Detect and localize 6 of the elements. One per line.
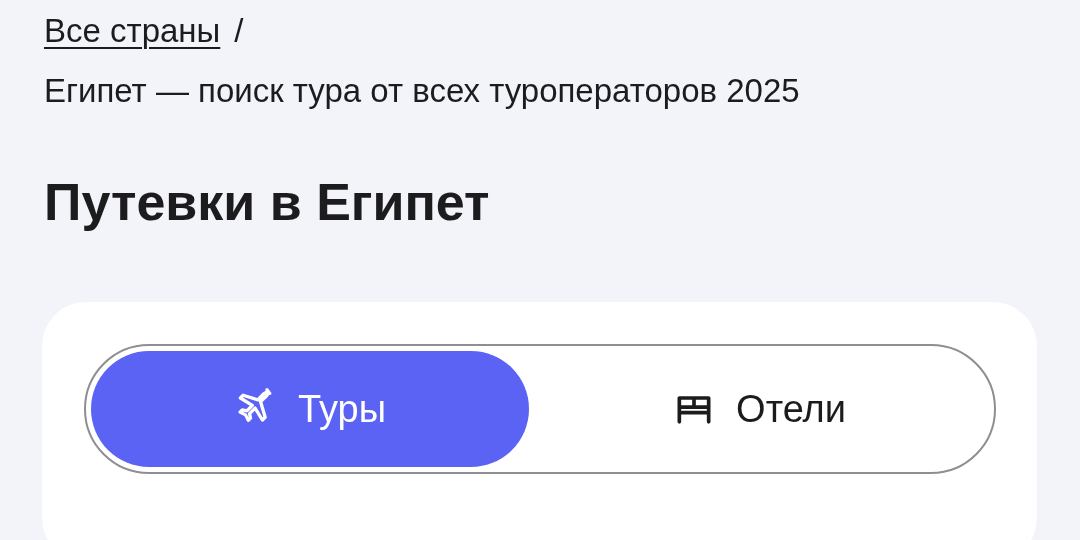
tab[interactable]: Туры <box>91 351 529 467</box>
breadcrumb-link[interactable]: Все страны <box>44 12 221 49</box>
breadcrumb-current: Египет — поиск тура от всех туроператоров 2025 <box>44 71 801 111</box>
tab[interactable]: Отели <box>529 351 989 467</box>
page-heading: Путевки в Египет <box>44 172 491 232</box>
breadcrumb-separator: / <box>234 12 244 49</box>
